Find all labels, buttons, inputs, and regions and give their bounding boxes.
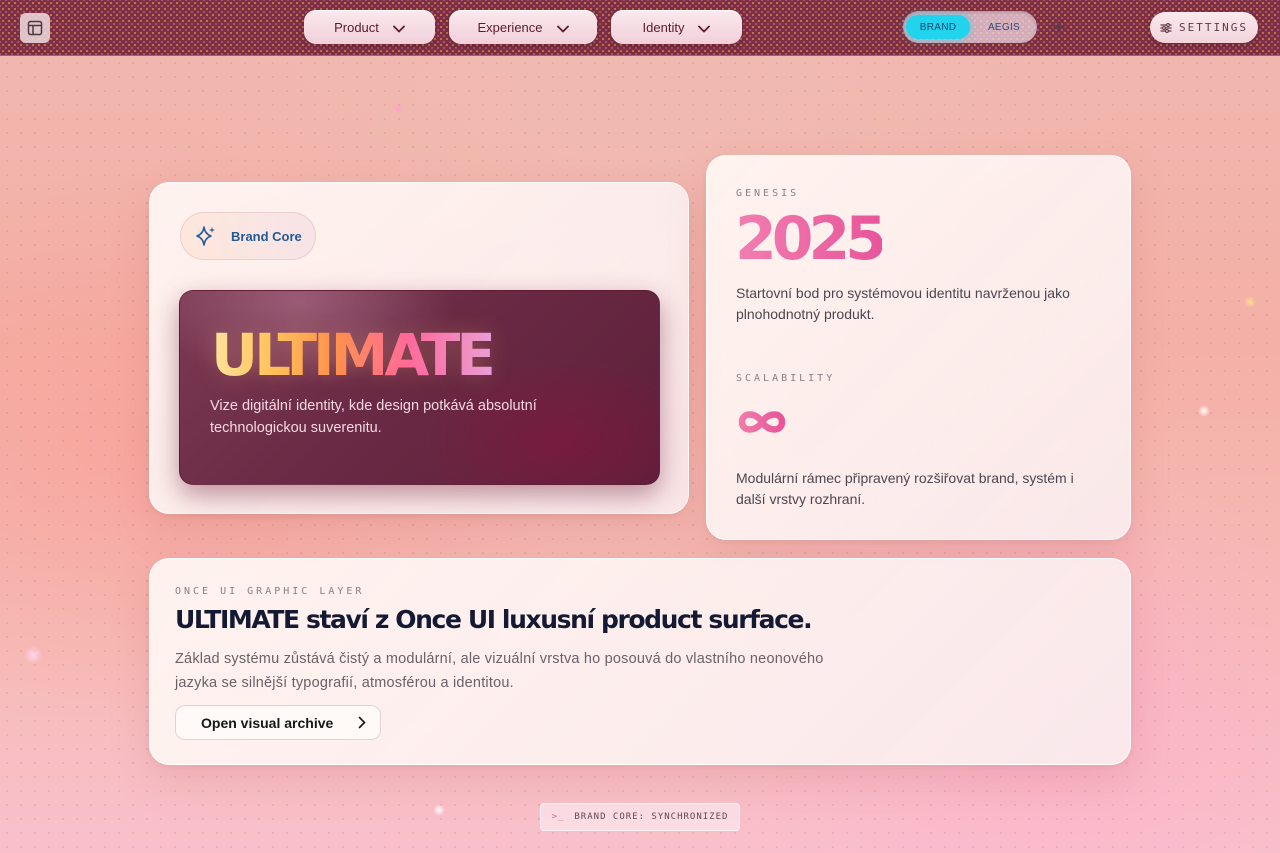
chevron-down-icon bbox=[556, 25, 569, 33]
nav-item-identity[interactable]: Identity bbox=[611, 10, 742, 44]
graphic-layer-card: ONCE UI GRAPHIC LAYER ULTIMATE staví z O… bbox=[149, 558, 1131, 765]
brand-aegis-toggle: BRAND AEGIS bbox=[903, 11, 1037, 43]
theme-sun-icon[interactable] bbox=[1052, 20, 1066, 34]
chevron-down-icon bbox=[698, 25, 711, 33]
graphic-layer-label: ONCE UI GRAPHIC LAYER bbox=[175, 586, 365, 597]
nav-item-label: Experience bbox=[477, 19, 543, 35]
sparkle-icon bbox=[196, 226, 215, 246]
terminal-icon: >_ bbox=[551, 812, 565, 822]
scalability-label: SCALABILITY bbox=[736, 373, 836, 384]
infinity-icon bbox=[738, 411, 786, 433]
settings-button[interactable]: SETTINGS bbox=[1150, 12, 1258, 43]
graphic-layer-description: Základ systému zůstává čistý a modulární… bbox=[175, 651, 824, 691]
nav-item-label: Product bbox=[334, 19, 379, 35]
toggle-option-aegis[interactable]: AEGIS bbox=[973, 15, 1035, 39]
nav-item-product[interactable]: Product bbox=[304, 10, 435, 44]
chevron-right-icon bbox=[358, 716, 366, 729]
hero-headline: ULTIMATE bbox=[211, 321, 496, 389]
scalability-description: Modulární rámec připravený rozšiřovat br… bbox=[736, 470, 1074, 507]
top-navigation-bar: Product Experience Identity BRAND AEGIS … bbox=[0, 0, 1280, 56]
nav-item-experience[interactable]: Experience bbox=[449, 10, 597, 44]
toggle-option-brand[interactable]: BRAND bbox=[906, 15, 970, 39]
graphic-layer-title: ULTIMATE staví z Once UI luxusní product… bbox=[175, 605, 813, 634]
status-badge: >_ BRAND CORE: SYNCHRONIZED bbox=[540, 803, 740, 831]
genesis-description: Startovní bod pro systémovou identitu na… bbox=[736, 285, 1070, 322]
layout-toggle-button[interactable] bbox=[20, 13, 50, 43]
layout-icon bbox=[27, 20, 43, 36]
sparkle-decoration bbox=[1198, 405, 1210, 417]
brand-core-badge: Brand Core bbox=[180, 212, 316, 260]
genesis-label: GENESIS bbox=[736, 188, 800, 199]
chevron-down-icon bbox=[393, 25, 405, 33]
hero-panel: ULTIMATE Vize digitální identity, kde de… bbox=[179, 290, 660, 485]
status-text: BRAND CORE: SYNCHRONIZED bbox=[574, 812, 729, 822]
sparkle-decoration bbox=[393, 104, 403, 114]
open-visual-archive-button[interactable]: Open visual archive bbox=[175, 705, 381, 740]
nav-item-label: Identity bbox=[642, 19, 685, 35]
sliders-icon bbox=[1160, 22, 1172, 33]
badge-label: Brand Core bbox=[231, 228, 302, 244]
hero-card: Brand Core ULTIMATE Vize digitální ident… bbox=[149, 182, 689, 514]
genesis-year: 2025 bbox=[735, 204, 887, 274]
sparkle-decoration bbox=[433, 804, 445, 816]
sparkle-decoration bbox=[1244, 296, 1256, 308]
archive-button-label: Open visual archive bbox=[201, 714, 334, 731]
settings-label: SETTINGS bbox=[1179, 21, 1248, 34]
hero-description: Vize digitální identity, kde design potk… bbox=[210, 398, 537, 436]
sparkle-decoration bbox=[24, 646, 42, 664]
genesis-card: GENESIS 2025 Startovní bod pro systémovo… bbox=[706, 155, 1131, 540]
